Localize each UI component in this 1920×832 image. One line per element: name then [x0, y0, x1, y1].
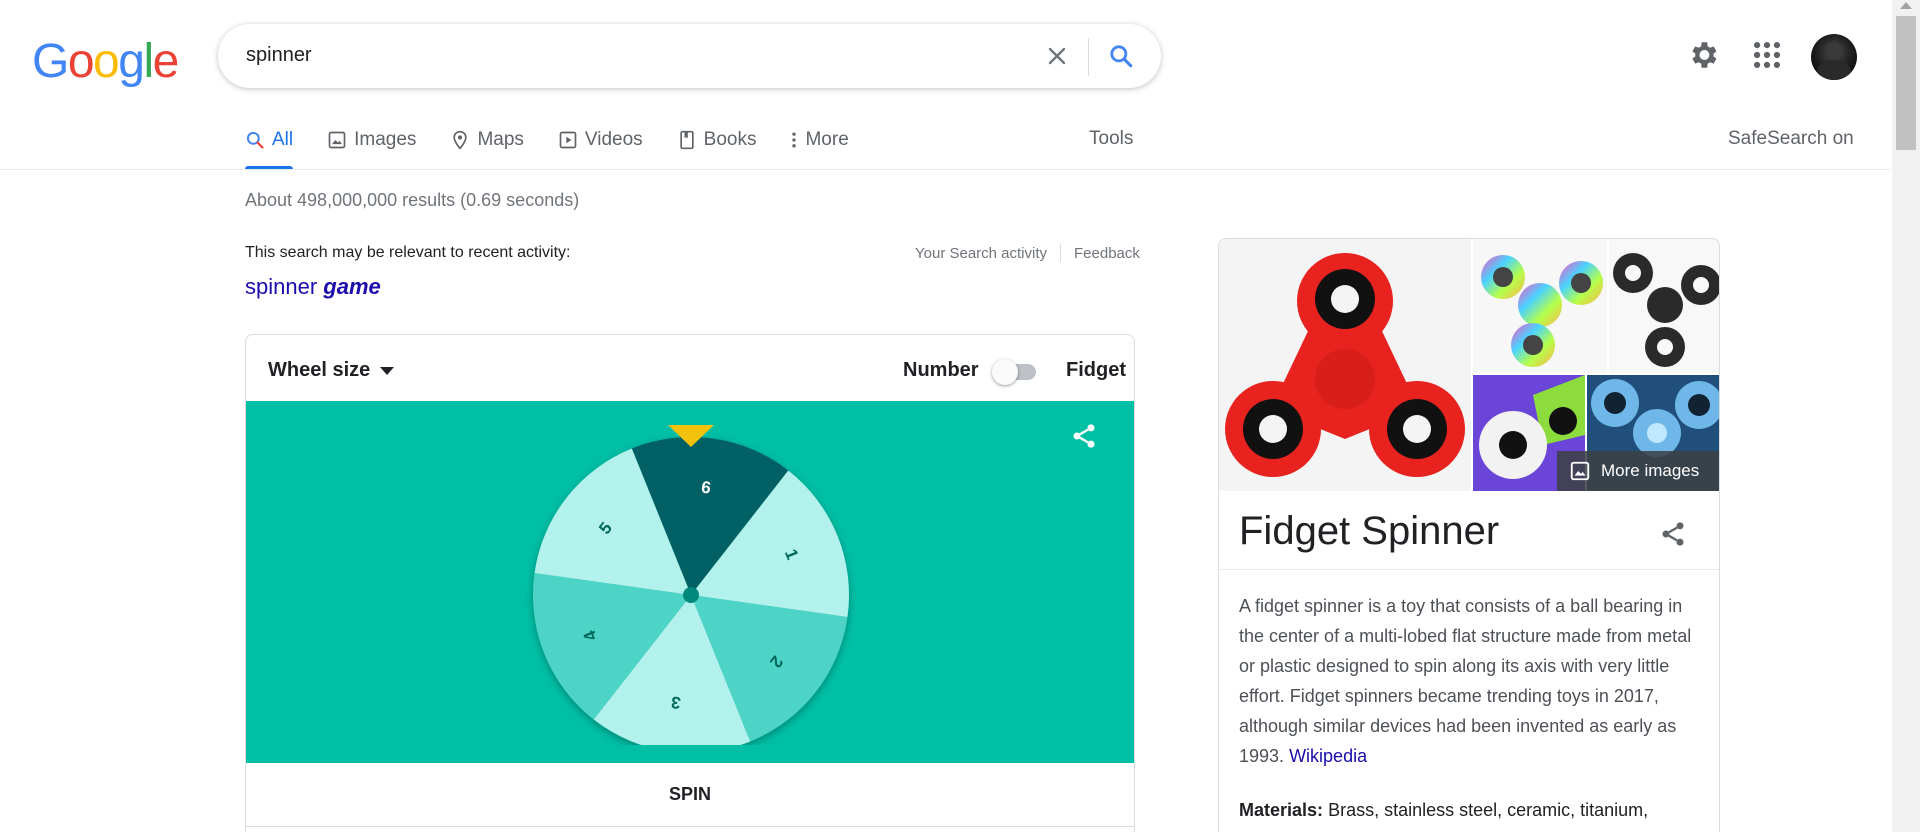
apps-button[interactable]	[1750, 38, 1784, 77]
header-divider	[0, 169, 1890, 170]
book-icon	[680, 130, 694, 150]
settings-button[interactable]	[1686, 38, 1720, 77]
kp-divider	[1219, 569, 1719, 570]
search-box[interactable]: spinner	[218, 24, 1161, 88]
tools-button[interactable]: Tools	[1089, 128, 1133, 150]
kp-description: A fidget spinner is a toy that consists …	[1239, 591, 1699, 771]
number-mode-label: Number	[903, 359, 979, 381]
kp-share-button[interactable]	[1659, 519, 1687, 554]
tab-label: Maps	[477, 129, 524, 150]
search-input[interactable]: spinner	[246, 44, 312, 67]
clear-button[interactable]	[1039, 38, 1075, 74]
spinner-game-link[interactable]: spinner game	[245, 274, 381, 300]
tab-label: Images	[354, 129, 417, 150]
search-icon	[1110, 45, 1133, 68]
page-scrollbar[interactable]	[1892, 0, 1920, 832]
search-tabs: All Images Maps Videos Books More	[245, 122, 883, 170]
header: Google spinner All Images Maps Videos Bo…	[0, 0, 1890, 170]
recent-activity-links: Your Search activity Feedback	[915, 244, 1140, 262]
gear-icon	[1692, 42, 1717, 68]
scrollbar-thumb[interactable]	[1896, 16, 1916, 150]
kp-image-2[interactable]	[1473, 239, 1607, 373]
red-fidget-spinner-image	[1225, 253, 1465, 477]
safesearch-status[interactable]: SafeSearch on	[1728, 128, 1854, 150]
image-icon	[328, 131, 346, 149]
scroll-up-arrow[interactable]	[1900, 2, 1912, 9]
kp-image-main[interactable]	[1219, 239, 1471, 491]
kp-title: Fidget Spinner	[1239, 509, 1500, 553]
wikipedia-link[interactable]: Wikipedia	[1289, 746, 1367, 766]
share-button[interactable]	[1070, 421, 1098, 456]
wheel-size-label: Wheel size	[268, 359, 371, 381]
account-avatar[interactable]	[1811, 34, 1857, 80]
tab-more[interactable]: More	[790, 122, 849, 158]
search-button[interactable]	[1103, 38, 1139, 74]
kp-description-text: A fidget spinner is a toy that consists …	[1239, 596, 1692, 766]
recent-activity-note: This search may be relevant to recent ac…	[245, 244, 571, 261]
fidget-mode-label: Fidget	[1066, 359, 1126, 381]
more-images-label: More images	[1601, 461, 1700, 480]
tab-books[interactable]: Books	[677, 122, 757, 158]
toggle-knob	[992, 359, 1018, 385]
spinner-stage: 612345	[246, 401, 1134, 763]
share-icon	[1073, 424, 1095, 448]
rainbow-spinner-image	[1481, 255, 1603, 367]
search-divider	[1088, 38, 1089, 76]
tab-label: Books	[703, 129, 757, 150]
tab-maps[interactable]: Maps	[450, 122, 524, 158]
wheel-size-dropdown[interactable]: Wheel size	[268, 359, 395, 382]
tab-label: Videos	[584, 129, 643, 150]
spin-button[interactable]: SPIN	[246, 763, 1134, 827]
tab-videos[interactable]: Videos	[558, 122, 643, 158]
tab-label: All	[272, 129, 294, 150]
spinner-widget: Wheel size Number Fidget 612345 SPIN	[245, 334, 1135, 832]
search-icon	[246, 131, 264, 149]
kp-image-3[interactable]	[1609, 239, 1719, 373]
avatar-face	[1826, 42, 1842, 60]
play-icon	[559, 131, 577, 149]
link-bold: game	[323, 274, 381, 299]
materials-value: Brass, stainless steel, ceramic, titaniu…	[1328, 800, 1649, 820]
result-stats: About 498,000,000 results (0.69 seconds)	[245, 190, 580, 210]
share-icon	[1662, 522, 1684, 546]
kp-materials: Materials: Brass, stainless steel, ceram…	[1239, 795, 1699, 825]
feedback-link[interactable]: Feedback	[1074, 245, 1140, 262]
black-spinner-image	[1613, 253, 1719, 367]
knowledge-panel: More images Fidget Spinner A fidget spin…	[1218, 238, 1720, 832]
tab-all[interactable]: All	[245, 122, 294, 170]
tab-label: More	[805, 129, 849, 150]
materials-label: Materials:	[1239, 800, 1324, 820]
spinner-controls: Wheel size Number Fidget	[246, 335, 1134, 401]
image-icon	[1570, 461, 1590, 481]
apps-grid-icon	[1753, 41, 1781, 69]
spinner-wheel[interactable]: 612345	[526, 415, 856, 745]
link-separator	[1060, 244, 1062, 262]
tab-images[interactable]: Images	[327, 122, 416, 158]
wheel-hub	[683, 587, 699, 603]
map-pin-icon	[453, 130, 468, 150]
link-prefix: spinner	[245, 274, 318, 299]
close-icon	[1048, 47, 1066, 65]
mode-toggle[interactable]	[992, 357, 1040, 385]
dropdown-arrow-icon	[380, 366, 395, 375]
search-activity-link[interactable]: Your Search activity	[915, 245, 1047, 262]
google-logo[interactable]: Google	[32, 34, 179, 89]
more-vert-icon	[792, 132, 797, 148]
avatar-shoulders	[1817, 60, 1851, 80]
more-images-button[interactable]: More images	[1557, 451, 1719, 491]
